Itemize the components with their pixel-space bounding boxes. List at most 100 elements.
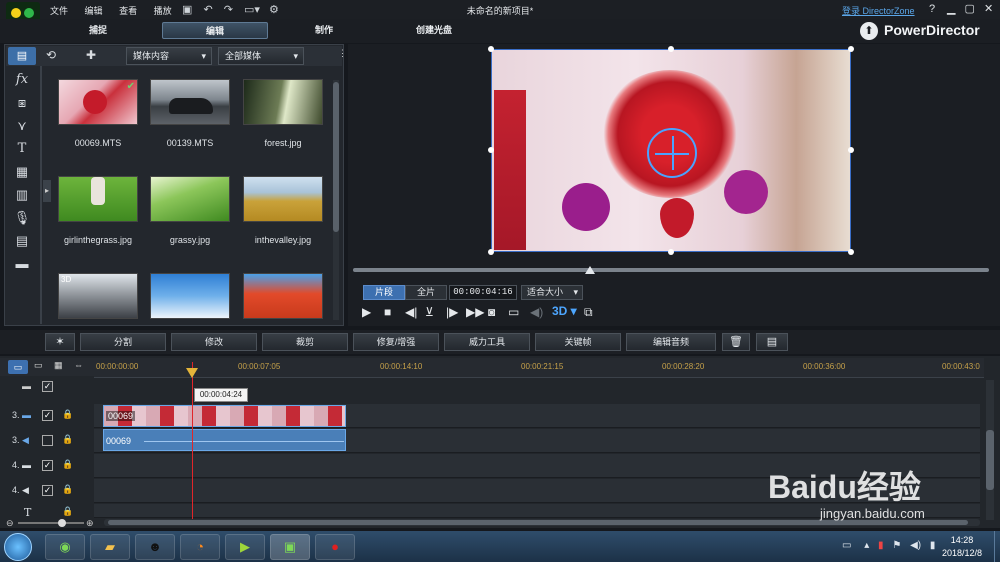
- thumbnail-forest[interactable]: [243, 79, 323, 125]
- taskbar-player-icon[interactable]: ▶: [225, 534, 265, 560]
- timeline-vertical-scrollbar[interactable]: [986, 380, 994, 520]
- zoom-slider[interactable]: ⊖ ⊕: [6, 518, 96, 528]
- audio-clip[interactable]: 00069: [103, 429, 346, 451]
- track-enable-checkbox[interactable]: [42, 435, 53, 446]
- timeline-view-icon[interactable]: ▭: [8, 360, 28, 374]
- new-project-icon[interactable]: ▣: [182, 4, 192, 16]
- menu-play[interactable]: 播放: [154, 4, 172, 17]
- taskbar-explorer-icon[interactable]: ▰: [90, 534, 130, 560]
- media-content-dropdown[interactable]: 媒体内容 ▾: [126, 47, 212, 65]
- show-desktop-button[interactable]: [994, 531, 1000, 562]
- resize-handle[interactable]: [848, 147, 854, 153]
- chapter-icon[interactable]: ▤: [6, 229, 38, 252]
- previous-frame-icon[interactable]: ◀|: [405, 305, 417, 319]
- resize-handle[interactable]: [488, 46, 494, 52]
- stop-icon[interactable]: ■: [384, 305, 391, 319]
- thumbnail-inthevalley[interactable]: [243, 176, 323, 222]
- all-media-dropdown[interactable]: 全部媒体 ▾: [218, 47, 304, 65]
- fast-forward-icon[interactable]: ▶▶: [466, 305, 484, 319]
- taskbar-qq-icon[interactable]: ☻: [135, 534, 175, 560]
- magic-tools-icon[interactable]: ✶: [45, 333, 75, 351]
- trim-button[interactable]: 裁剪: [262, 333, 348, 351]
- menu-edit[interactable]: 编辑: [85, 4, 103, 17]
- resize-handle[interactable]: [668, 46, 674, 52]
- track-lock-icon[interactable]: 🔒: [62, 434, 73, 445]
- clock-time[interactable]: 14:28: [940, 535, 984, 545]
- maximize-icon[interactable]: ▢: [965, 3, 975, 15]
- keyboard-icon[interactable]: ▭: [842, 540, 851, 551]
- import-icon[interactable]: ⟲: [46, 48, 56, 62]
- timecode-display[interactable]: 00:00:04:16: [449, 285, 517, 300]
- aspect-ratio-icon[interactable]: ▭▾: [244, 4, 260, 16]
- preview-scrubber[interactable]: [353, 268, 989, 272]
- track-enable-checkbox[interactable]: ✓: [42, 485, 53, 496]
- thumbnail-umbrella[interactable]: [243, 273, 323, 319]
- video-clip[interactable]: 00069: [103, 405, 346, 427]
- track-lock-icon[interactable]: 🔒: [62, 409, 73, 420]
- transition-icon[interactable]: ⧆: [6, 91, 38, 114]
- resize-handle[interactable]: [848, 46, 854, 52]
- track-enable-checkbox[interactable]: ✓: [42, 460, 53, 471]
- library-scrollbar[interactable]: [333, 80, 339, 320]
- thumbnail-00069[interactable]: ✔: [58, 79, 138, 125]
- taskbar-360-icon[interactable]: ◉: [45, 534, 85, 560]
- resize-handle[interactable]: [488, 249, 494, 255]
- delete-trash-icon[interactable]: 🗑: [722, 333, 750, 351]
- media-room-icon[interactable]: ▤: [8, 47, 36, 65]
- track-lock-icon[interactable]: 🔒: [62, 459, 73, 470]
- tray-expand-icon[interactable]: ▴: [864, 540, 869, 551]
- keyframe-button[interactable]: 关键帧: [535, 333, 621, 351]
- snapshot-camera-icon[interactable]: ◙: [488, 305, 495, 319]
- fix-enhance-button[interactable]: 修复/增强: [353, 333, 439, 351]
- close-icon[interactable]: ✕: [984, 3, 993, 15]
- track-manager-icon[interactable]: ▦: [54, 360, 63, 371]
- modify-button[interactable]: 修改: [171, 333, 257, 351]
- power-tools-button[interactable]: 威力工具: [444, 333, 530, 351]
- more-options-icon[interactable]: ⋮: [338, 48, 347, 59]
- scrubber-handle[interactable]: [585, 266, 595, 274]
- speaker-icon[interactable]: ◀): [910, 540, 921, 551]
- taskbar-powerdirector-icon[interactable]: ▣: [270, 534, 310, 560]
- split-button[interactable]: 分割: [80, 333, 166, 351]
- tab-create-disc[interactable]: 创建光盘: [381, 22, 487, 39]
- plugin-icon[interactable]: ✚: [86, 48, 96, 62]
- menu-view[interactable]: 查看: [119, 4, 137, 17]
- storyboard-view-icon[interactable]: ▭: [34, 360, 43, 371]
- taskbar-record-icon[interactable]: ●: [315, 534, 355, 560]
- edit-audio-button[interactable]: 编辑音频: [626, 333, 716, 351]
- 3d-mode-button[interactable]: 3D ▾: [552, 304, 577, 318]
- track-lock-icon[interactable]: 🔒: [62, 506, 73, 517]
- resize-handle[interactable]: [488, 147, 494, 153]
- volume-icon[interactable]: ◀): [530, 305, 543, 319]
- flag-icon[interactable]: ⚑: [892, 540, 901, 551]
- start-button[interactable]: [4, 533, 32, 561]
- split-icon[interactable]: ⊻: [425, 305, 434, 319]
- track-enable-checkbox[interactable]: ✓: [42, 410, 53, 421]
- master-track-checkbox[interactable]: ✓: [42, 381, 53, 392]
- display-options-icon[interactable]: ▭: [508, 305, 519, 319]
- thumbnail-motorcycles[interactable]: 3D: [58, 273, 138, 319]
- settings-gear-icon[interactable]: ⚙: [269, 4, 279, 16]
- resize-handle[interactable]: [668, 249, 674, 255]
- undo-icon[interactable]: ↶: [203, 4, 212, 16]
- fx-icon[interactable]: fx: [6, 68, 38, 91]
- clip-mode-button[interactable]: 片段: [363, 285, 405, 300]
- playhead-line[interactable]: [192, 362, 193, 520]
- timeline-ruler[interactable]: 00:00:00:00 00:00:07:05 00:00:14:10 00:0…: [94, 358, 984, 378]
- security-icon[interactable]: ▮: [878, 540, 884, 551]
- thumbnail-girlinthegrass[interactable]: [58, 176, 138, 222]
- fit-timeline-icon[interactable]: ⇔: [74, 360, 83, 370]
- pip-icon[interactable]: ▦: [6, 160, 38, 183]
- movie-mode-button[interactable]: 全片: [405, 285, 447, 300]
- resize-handle[interactable]: [848, 249, 854, 255]
- help-button[interactable]: ?: [929, 3, 935, 15]
- subtitle-icon[interactable]: ▬: [6, 252, 38, 275]
- track-lock-icon[interactable]: 🔒: [62, 484, 73, 495]
- tab-produce[interactable]: 制作: [271, 22, 377, 39]
- preview-video-frame[interactable]: [491, 49, 851, 252]
- undock-preview-icon[interactable]: ⧉: [584, 305, 593, 320]
- voice-icon[interactable]: 🎙: [6, 206, 38, 229]
- tab-edit[interactable]: 编辑: [162, 22, 268, 39]
- thumbnail-sky[interactable]: [150, 273, 230, 319]
- clock-date[interactable]: 2018/12/8: [934, 548, 990, 558]
